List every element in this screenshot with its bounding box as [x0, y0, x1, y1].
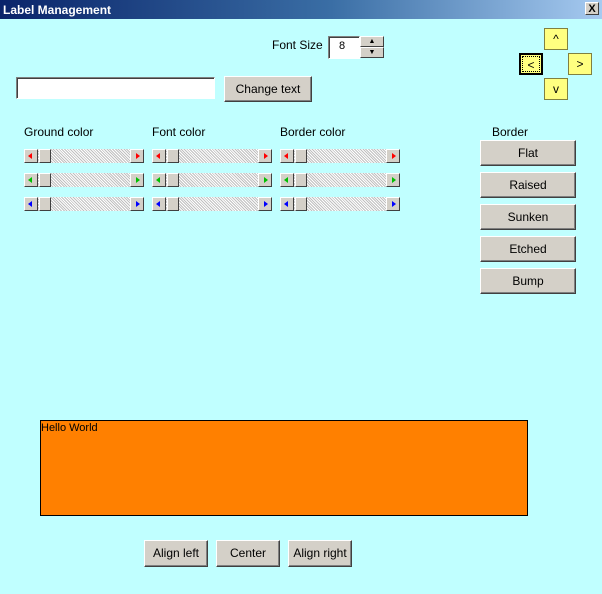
move-down-button[interactable]: v — [544, 78, 568, 100]
move-right-button[interactable]: > — [568, 53, 592, 75]
scroll-left-arrow-icon[interactable] — [280, 173, 294, 187]
scroll-thumb[interactable] — [39, 149, 51, 163]
scroll-thumb[interactable] — [167, 197, 179, 211]
font-green-scrollbar[interactable] — [152, 173, 272, 187]
border-green-scrollbar[interactable] — [280, 173, 400, 187]
font-blue-scrollbar[interactable] — [152, 197, 272, 211]
scroll-left-arrow-icon[interactable] — [152, 149, 166, 163]
scroll-right-arrow-icon[interactable] — [386, 197, 400, 211]
border-raised-button[interactable]: Raised — [480, 172, 576, 198]
scroll-left-arrow-icon[interactable] — [152, 173, 166, 187]
ground-red-scrollbar[interactable] — [24, 149, 144, 163]
scroll-thumb[interactable] — [39, 197, 51, 211]
scroll-thumb[interactable] — [39, 173, 51, 187]
change-text-button[interactable]: Change text — [224, 76, 312, 102]
border-sunken-button[interactable]: Sunken — [480, 204, 576, 230]
scroll-right-arrow-icon[interactable] — [130, 173, 144, 187]
font-size-down-button[interactable]: ▼ — [360, 47, 384, 58]
ground-color-label: Ground color — [24, 125, 94, 139]
scroll-thumb[interactable] — [167, 149, 179, 163]
scroll-right-arrow-icon[interactable] — [258, 173, 272, 187]
border-color-label: Border color — [280, 125, 346, 139]
border-label: Border — [492, 125, 529, 139]
font-red-scrollbar[interactable] — [152, 149, 272, 163]
font-size-input[interactable]: 8 — [328, 36, 360, 59]
ground-blue-scrollbar[interactable] — [24, 197, 144, 211]
scroll-left-arrow-icon[interactable] — [152, 197, 166, 211]
scroll-left-arrow-icon[interactable] — [280, 197, 294, 211]
scroll-left-arrow-icon[interactable] — [24, 173, 38, 187]
title-bar: Label Management X — [0, 0, 602, 19]
scroll-right-arrow-icon[interactable] — [258, 149, 272, 163]
font-size-label: Font Size — [272, 38, 323, 52]
scroll-right-arrow-icon[interactable] — [130, 149, 144, 163]
scroll-thumb[interactable] — [295, 197, 307, 211]
move-left-button[interactable]: < — [519, 53, 543, 75]
scroll-thumb[interactable] — [295, 173, 307, 187]
scroll-right-arrow-icon[interactable] — [130, 197, 144, 211]
scroll-right-arrow-icon[interactable] — [386, 173, 400, 187]
font-size-up-button[interactable]: ▲ — [360, 36, 384, 47]
scroll-left-arrow-icon[interactable] — [24, 197, 38, 211]
border-bump-button[interactable]: Bump — [480, 268, 576, 294]
align-center-button[interactable]: Center — [216, 540, 280, 567]
ground-green-scrollbar[interactable] — [24, 173, 144, 187]
border-etched-button[interactable]: Etched — [480, 236, 576, 262]
scroll-left-arrow-icon[interactable] — [24, 149, 38, 163]
preview-label: Hello World — [40, 420, 528, 516]
scroll-right-arrow-icon[interactable] — [386, 149, 400, 163]
close-button[interactable]: X — [585, 2, 599, 15]
border-blue-scrollbar[interactable] — [280, 197, 400, 211]
scroll-thumb[interactable] — [295, 149, 307, 163]
border-flat-button[interactable]: Flat — [480, 140, 576, 166]
font-color-label: Font color — [152, 125, 206, 139]
move-up-button[interactable]: ^ — [544, 28, 568, 50]
window-title: Label Management — [3, 3, 112, 17]
scroll-right-arrow-icon[interactable] — [258, 197, 272, 211]
align-right-button[interactable]: Align right — [288, 540, 352, 567]
scroll-left-arrow-icon[interactable] — [280, 149, 294, 163]
border-red-scrollbar[interactable] — [280, 149, 400, 163]
label-text-input[interactable] — [16, 77, 215, 99]
scroll-thumb[interactable] — [167, 173, 179, 187]
align-left-button[interactable]: Align left — [144, 540, 208, 567]
